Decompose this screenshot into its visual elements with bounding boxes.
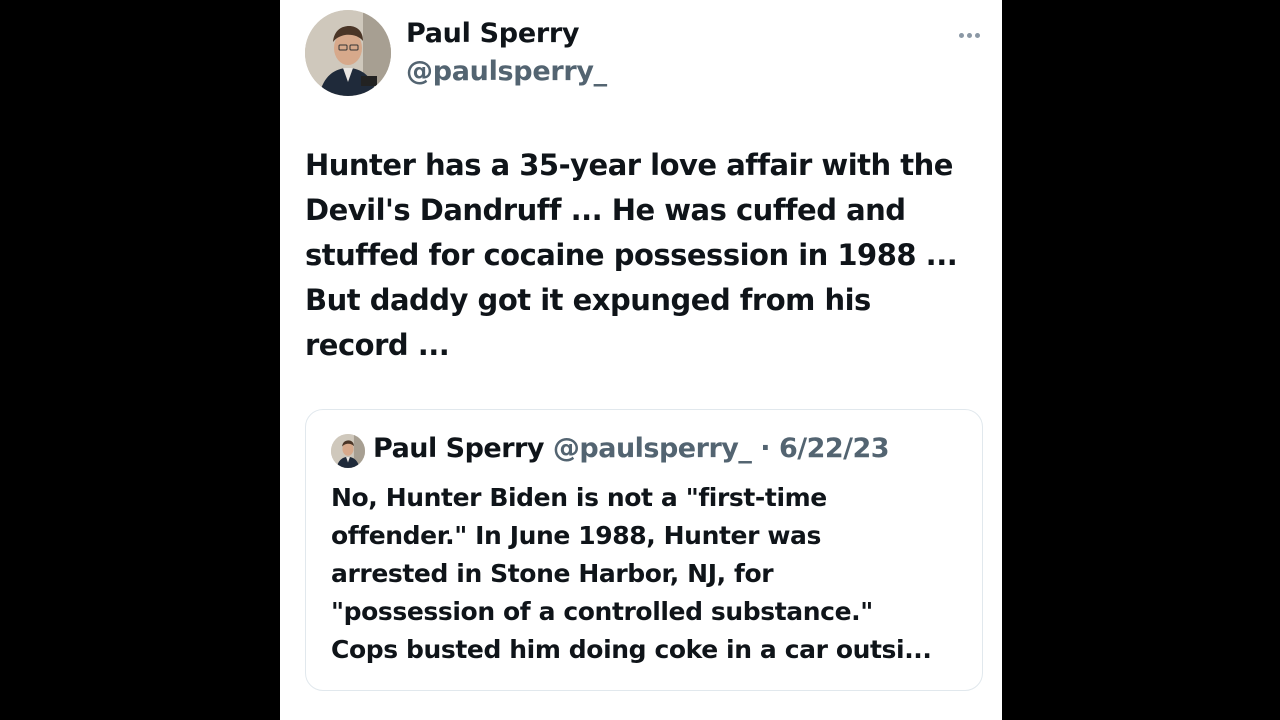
tweet-card[interactable]: Paul Sperry @paulsperry_ Hunter has a 35… [280, 0, 1002, 720]
quoted-tweet-header: Paul Sperry @paulsperry_ · 6/22/23 [373, 433, 890, 464]
author-handle[interactable]: @paulsperry_ [406, 56, 607, 87]
quoted-author-handle[interactable]: @paulsperry_ [553, 433, 752, 464]
more-horizontal-icon-dot [966, 32, 972, 38]
more-horizontal-icon-dot [958, 32, 964, 38]
quoted-tweet[interactable]: Paul Sperry @paulsperry_ · 6/22/23 No, H… [305, 409, 983, 691]
more-options-button[interactable] [952, 22, 986, 48]
header-separator: · [760, 433, 771, 464]
author-display-name[interactable]: Paul Sperry [406, 18, 579, 49]
profile-photo-icon [331, 434, 365, 468]
author-avatar[interactable] [305, 10, 391, 96]
more-horizontal-icon-dot [974, 32, 980, 38]
profile-photo-icon [305, 10, 391, 96]
quoted-tweet-date[interactable]: 6/22/23 [779, 433, 890, 464]
quoted-tweet-text: No, Hunter Biden is not a "first-time of… [331, 483, 932, 664]
quoted-author-avatar[interactable] [331, 434, 365, 468]
quoted-author-display-name[interactable]: Paul Sperry [373, 433, 544, 464]
tweet-text: Hunter has a 35-year love affair with th… [305, 148, 958, 362]
